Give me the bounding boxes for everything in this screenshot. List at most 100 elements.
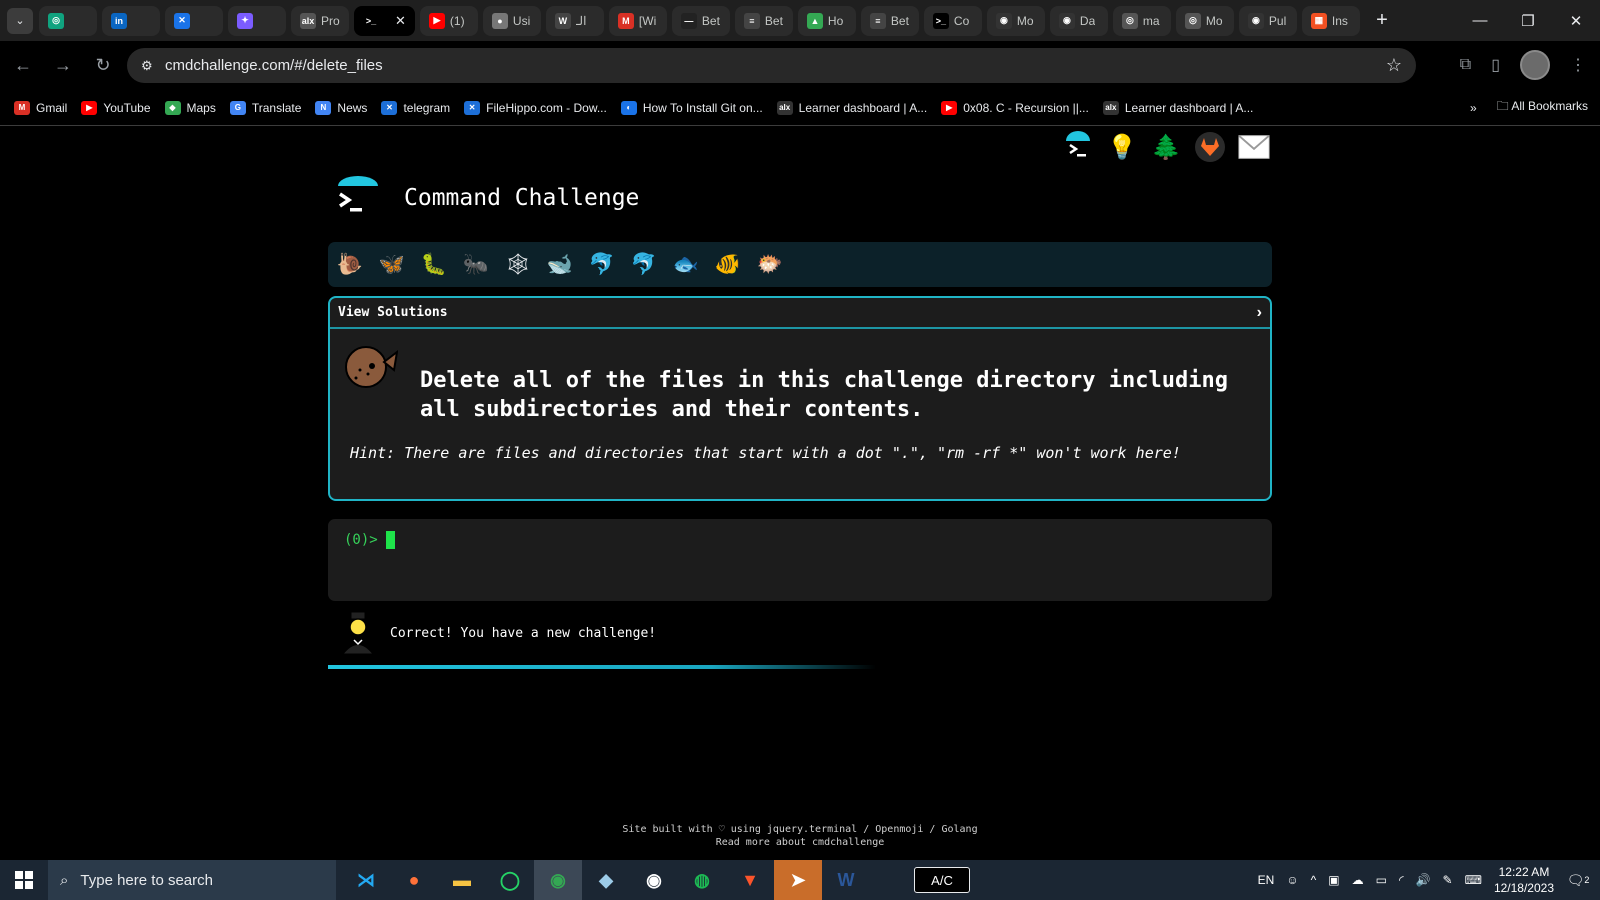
- forward-icon[interactable]: →: [46, 49, 80, 83]
- browser-tab[interactable]: ● Usi: [482, 5, 541, 36]
- new-tab-button[interactable]: +: [1369, 8, 1395, 34]
- bookmark-item[interactable]: N News: [315, 100, 367, 115]
- challenge-emoji-icon[interactable]: 🐟: [672, 251, 700, 279]
- bookmark-item[interactable]: ✕ telegram: [381, 100, 450, 115]
- address-bar[interactable]: ⚙ cmdchallenge.com/#/delete_files ☆: [127, 48, 1416, 83]
- file-explorer-icon[interactable]: ▬: [438, 860, 486, 900]
- more-bookmarks-icon[interactable]: »: [1470, 101, 1477, 115]
- close-window-icon[interactable]: ✕: [1552, 0, 1600, 41]
- browser-tab[interactable]: alx Pro: [291, 5, 349, 36]
- bookmark-star-icon[interactable]: ☆: [1386, 55, 1402, 76]
- tab-favicon-icon: ▲: [806, 12, 823, 29]
- browser-tab[interactable]: ≡ Bet: [734, 5, 793, 36]
- browser-tab[interactable]: ◉ Pul: [1238, 5, 1297, 36]
- vscode-icon[interactable]: ⋊: [342, 860, 390, 900]
- tab-search-button[interactable]: ⌄: [7, 7, 33, 34]
- terminal-link-icon[interactable]: [1062, 131, 1094, 163]
- restore-icon[interactable]: ❐: [1504, 0, 1552, 41]
- chrome-menu-icon[interactable]: ⋮: [1570, 55, 1586, 75]
- notifications-icon[interactable]: 🗨 2: [1566, 868, 1590, 892]
- language-indicator[interactable]: EN: [1258, 873, 1275, 887]
- browser-tab[interactable]: ◎ ma: [1112, 5, 1171, 36]
- spotify-icon[interactable]: ◍: [678, 860, 726, 900]
- volume-icon[interactable]: 🔊: [1416, 873, 1431, 887]
- challenge-emoji-icon[interactable]: 🦋: [378, 251, 406, 279]
- people-icon[interactable]: ☺: [1286, 873, 1298, 887]
- word-icon[interactable]: W: [822, 860, 870, 900]
- firefox-icon[interactable]: ●: [390, 860, 438, 900]
- challenge-emoji-icon[interactable]: 🕸: [504, 251, 532, 279]
- browser-tab[interactable]: in: [102, 5, 160, 36]
- challenge-emoji-icon[interactable]: 🐋: [546, 251, 574, 279]
- url-text[interactable]: cmdchallenge.com/#/delete_files: [165, 57, 383, 74]
- github-desktop-icon[interactable]: ◉: [630, 860, 678, 900]
- keyboard-icon[interactable]: ⌨: [1465, 873, 1482, 887]
- bookmark-item[interactable]: alx Learner dashboard | A...: [776, 100, 927, 115]
- chrome-icon[interactable]: ◉: [534, 860, 582, 900]
- browser-tab[interactable]: — Bet: [671, 5, 730, 36]
- all-bookmarks-button[interactable]: 🗀 All Bookmarks: [1497, 97, 1588, 118]
- bookmark-item[interactable]: ✕ FileHippo.com - Dow...: [464, 100, 607, 115]
- telegram-icon[interactable]: ➤: [774, 860, 822, 900]
- taskbar-search[interactable]: ⌕ Type here to search: [48, 860, 336, 900]
- browser-tab[interactable]: ◎: [39, 5, 97, 36]
- bookmark-item[interactable]: ◐ How To Install Git on...: [620, 100, 763, 115]
- ac-indicator[interactable]: A/C: [914, 867, 970, 893]
- extensions-icon[interactable]: ⧉: [1460, 56, 1471, 74]
- bookmark-item[interactable]: ▶ 0x08. C - Recursion ||...: [941, 100, 1089, 115]
- whatsapp-icon[interactable]: ◯: [486, 860, 534, 900]
- browser-tab[interactable]: ✕: [165, 5, 223, 36]
- mail-icon[interactable]: [1238, 131, 1270, 163]
- battery-icon[interactable]: ▭: [1376, 873, 1387, 887]
- side-panel-icon[interactable]: ▯: [1491, 55, 1500, 75]
- browser-tab[interactable]: >_ Co: [923, 5, 982, 36]
- bookmark-item[interactable]: G Translate: [229, 100, 301, 115]
- chevron-up-icon[interactable]: ^: [1311, 873, 1317, 887]
- bookmark-item[interactable]: ◆ Maps: [164, 100, 216, 115]
- bookmark-item[interactable]: alx Learner dashboard | A...: [1102, 100, 1253, 115]
- challenge-emoji-icon[interactable]: 🐌: [336, 251, 364, 279]
- clock[interactable]: 12:22 AM 12/18/2023: [1494, 864, 1554, 896]
- onedrive-icon[interactable]: ☁: [1352, 873, 1364, 887]
- browser-tab[interactable]: ▲ Ho: [797, 5, 856, 36]
- bookmark-item[interactable]: M Gmail: [14, 100, 67, 115]
- browser-tab[interactable]: >_ ✕: [354, 5, 415, 36]
- site-settings-icon[interactable]: ⚙: [141, 58, 157, 74]
- reload-icon[interactable]: ↻: [86, 49, 120, 83]
- minimize-icon[interactable]: —: [1456, 0, 1504, 41]
- terminal[interactable]: (0)>: [328, 519, 1272, 601]
- bookmark-item[interactable]: ▶ YouTube: [81, 100, 151, 115]
- challenge-emoji-icon[interactable]: 🐬: [630, 251, 658, 279]
- view-solutions-toggle[interactable]: View Solutions ›: [330, 298, 1270, 329]
- challenge-emoji-icon[interactable]: 🐬: [588, 251, 616, 279]
- tab-close-icon[interactable]: ✕: [395, 13, 406, 29]
- tree-icon[interactable]: 🌲: [1150, 131, 1182, 163]
- browser-tab[interactable]: ◉ Mo: [986, 5, 1045, 36]
- meet-icon[interactable]: ▣: [1328, 873, 1339, 887]
- wifi-icon[interactable]: ◜: [1399, 873, 1404, 887]
- gitlab-icon[interactable]: [1194, 131, 1226, 163]
- cmdchallenge-logo-icon[interactable]: [336, 176, 380, 220]
- browser-tab[interactable]: ▦ Ins: [1301, 5, 1360, 36]
- browser-tab[interactable]: ◉ Da: [1049, 5, 1108, 36]
- lightbulb-icon[interactable]: 💡: [1106, 131, 1138, 163]
- pen-icon[interactable]: ✎: [1443, 873, 1453, 887]
- terminal-cursor[interactable]: [385, 531, 395, 549]
- windows-start-icon[interactable]: [0, 860, 48, 900]
- browser-tab[interactable]: ▶ (1): [419, 5, 478, 36]
- footer-about-link[interactable]: Read more about cmdchallenge: [0, 836, 1600, 849]
- notepad-icon[interactable]: ◆: [582, 860, 630, 900]
- challenge-emoji-icon[interactable]: 🐡: [756, 251, 784, 279]
- browser-tab[interactable]: ✦: [228, 5, 286, 36]
- browser-tab[interactable]: ≡ Bet: [860, 5, 919, 36]
- back-icon[interactable]: ←: [6, 49, 40, 83]
- challenge-emoji-icon[interactable]: 🐛: [420, 251, 448, 279]
- brave-icon[interactable]: ▼: [726, 860, 774, 900]
- challenge-emoji-icon[interactable]: 🐜: [462, 251, 490, 279]
- browser-tab[interactable]: M [Wi: [608, 5, 667, 36]
- browser-tab[interactable]: W الـ: [545, 5, 604, 36]
- tab-favicon-icon: ▶: [428, 12, 445, 29]
- browser-tab[interactable]: ◎ Mo: [1175, 5, 1234, 36]
- profile-avatar[interactable]: [1520, 50, 1550, 80]
- challenge-emoji-icon[interactable]: 🐠: [714, 251, 742, 279]
